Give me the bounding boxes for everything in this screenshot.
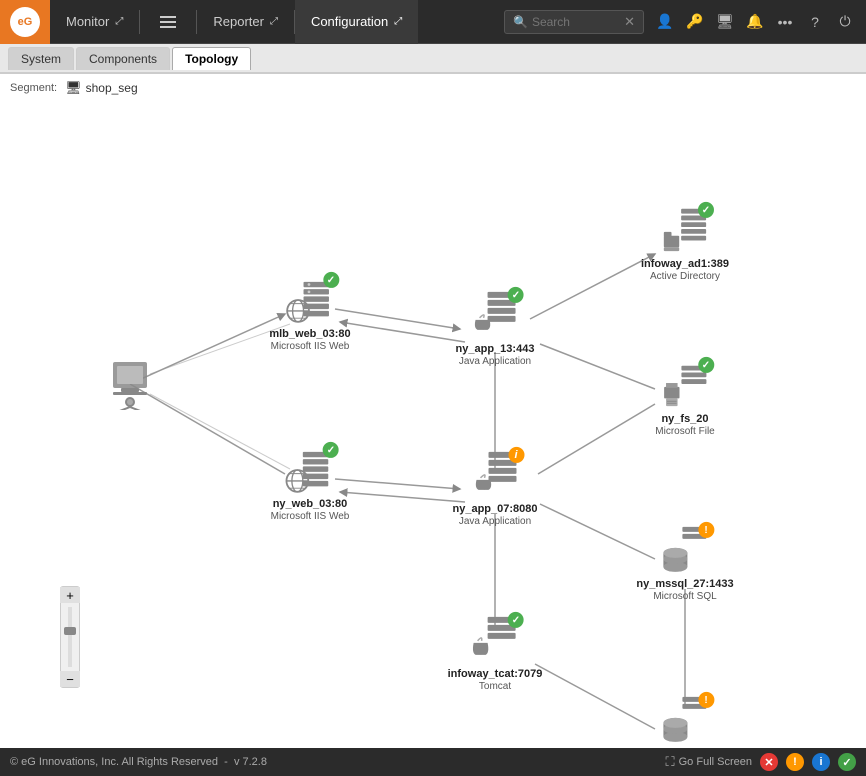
node-infoway-ad[interactable]: ✓ infoway_ad1:389 Active Directory [641,206,729,282]
ny-mssql27-sublabel: Microsoft SQL [636,591,733,602]
node-ny-app07[interactable]: i ny_app_07:8080 Java Application [453,451,538,527]
configuration-expand-icon: ⤢ [394,16,402,27]
logo: eG [10,7,40,37]
mlb-web-icon: ✓ [285,276,335,326]
nav-icon-group: 👤 🔑 🖥 🔔 ••• ? ⏻ [652,9,866,35]
footer-right-controls: ⛶ Go Full Screen ✕ ! i ✓ [666,753,856,771]
power-icon-button[interactable]: ⏻ [832,9,858,35]
status-blue[interactable]: i [812,753,830,771]
ny-web-sublabel: Microsoft IIS Web [271,511,350,522]
zoom-control: + − [60,586,80,688]
segment-icon: 🖥 [65,80,82,96]
ny-mssql27-status: ! [698,522,714,538]
infoway-tcat-sublabel: Tomcat [448,681,543,692]
mlb-web-label: mlb_web_03:80 [269,328,350,341]
zoom-out-button[interactable]: − [60,671,80,687]
node-ny-fs[interactable]: ✓ ny_fs_20 Microsoft File [655,361,714,437]
fullscreen-label: Go Full Screen [679,756,752,768]
reporter-label: Reporter [213,14,264,29]
version-text: v 7.2.8 [234,756,267,768]
search-icon: 🔍 [513,15,528,29]
topology-lines [0,74,866,748]
hamburger-icon [156,12,180,32]
copyright-text: © eG Innovations, Inc. All Rights Reserv… [10,756,218,768]
ny-app13-status: ✓ [508,287,524,303]
monitor-nav-button[interactable]: Monitor ⤢ [50,0,139,44]
ny-app13-label: ny_app_13:443 [456,343,535,356]
search-input[interactable] [532,15,624,29]
ny-app13-sublabel: Java Application [456,356,535,367]
tab-components[interactable]: Components [76,47,170,70]
footer-copyright: © eG Innovations, Inc. All Rights Reserv… [10,756,666,768]
logo-area: eG [0,0,50,44]
node-user[interactable] [105,359,155,409]
ny-app07-status: i [508,447,524,463]
wc-sql21-status: ! [698,692,714,708]
ny-app07-label: ny_app_07:8080 [453,503,538,516]
ny-fs-icon: ✓ [660,361,710,411]
key-icon-button[interactable]: 🔑 [682,9,708,35]
user-icon-button[interactable]: 👤 [652,9,678,35]
ny-app07-icon: i [470,451,520,501]
monitor-icon-button[interactable]: 🖥 [712,9,738,35]
status-red[interactable]: ✕ [760,753,778,771]
segment-prefix: Segment: [10,82,57,94]
infoway-ad-sublabel: Active Directory [641,271,729,282]
top-navigation: eG Monitor ⤢ Reporter ⤢ Configuration ⤢ … [0,0,866,44]
node-infoway-tcat[interactable]: ✓ infoway_tcat:7079 Tomcat [448,616,543,692]
ny-web-label: ny_web_03:80 [271,498,350,511]
zoom-track [68,607,72,667]
reporter-expand-icon: ⤢ [270,16,278,27]
search-box[interactable]: 🔍 ✕ [504,10,644,34]
mlb-web-status: ✓ [323,272,339,288]
wc-sql21-icon: ! [660,696,710,746]
ny-web-icon: ✓ [285,446,335,496]
status-green[interactable]: ✓ [838,753,856,771]
infoway-tcat-icon: ✓ [470,616,520,666]
bell-icon-button[interactable]: 🔔 [742,9,768,35]
zoom-thumb[interactable] [64,627,76,635]
infoway-ad-status: ✓ [698,202,714,218]
ny-fs-label: ny_fs_20 [655,413,714,426]
close-search-icon[interactable]: ✕ [624,14,635,30]
ny-app13-icon: ✓ [470,291,520,341]
ny-app07-sublabel: Java Application [453,516,538,527]
node-wc-sql21[interactable]: ! wc_sql_21:1433 Microsoft SQL [643,696,726,748]
infoway-ad-icon: ✓ [660,206,710,256]
help-icon-button[interactable]: ? [802,9,828,35]
hamburger-button[interactable] [140,0,196,44]
expand-icon: ⤢ [115,16,123,27]
segment-name: shop_seg [86,81,138,95]
infoway-ad-label: infoway_ad1:389 [641,258,729,271]
user-node-icon [105,359,155,409]
node-ny-mssql27[interactable]: ! ny_mssql_27:1433 Microsoft SQL [636,526,733,602]
reporter-nav-button[interactable]: Reporter ⤢ [197,0,294,44]
fullscreen-button[interactable]: ⛶ Go Full Screen [666,754,752,770]
tab-system[interactable]: System [8,47,74,70]
node-mlb-web[interactable]: ✓ mlb_web_03:80 Microsoft IIS Web [269,276,350,352]
ny-fs-status: ✓ [698,357,714,373]
infoway-tcat-label: infoway_tcat:7079 [448,668,543,681]
node-ny-web[interactable]: ✓ ny_web_03:80 Microsoft IIS Web [271,446,350,522]
mlb-web-sublabel: Microsoft IIS Web [269,341,350,352]
tabs-bar: System Components Topology [0,44,866,74]
fullscreen-icon: ⛶ [666,754,675,770]
node-ny-app13[interactable]: ✓ ny_app_13:443 Java Application [456,291,535,367]
more-icon-button[interactable]: ••• [772,9,798,35]
ny-mssql27-label: ny_mssql_27:1433 [636,578,733,591]
footer: © eG Innovations, Inc. All Rights Reserv… [0,748,866,776]
main-content-area: Segment: 🖥 shop_seg [0,74,866,748]
status-orange[interactable]: ! [786,753,804,771]
ny-fs-sublabel: Microsoft File [655,426,714,437]
ny-web-status: ✓ [323,442,339,458]
ny-mssql27-icon: ! [660,526,710,576]
segment-label: Segment: 🖥 shop_seg [10,80,138,96]
monitor-label: Monitor [66,14,109,29]
zoom-in-button[interactable]: + [60,587,80,603]
tab-topology[interactable]: Topology [172,47,251,70]
configuration-nav-button[interactable]: Configuration ⤢ [295,0,418,44]
configuration-label: Configuration [311,14,388,29]
infoway-tcat-status: ✓ [508,612,524,628]
